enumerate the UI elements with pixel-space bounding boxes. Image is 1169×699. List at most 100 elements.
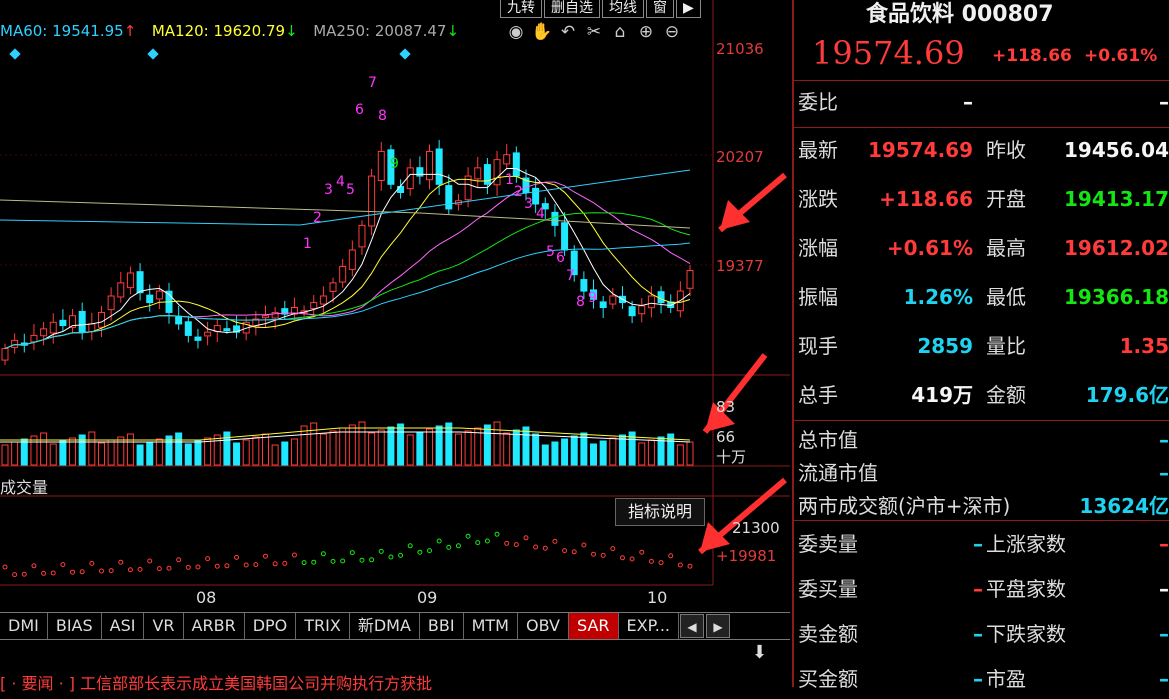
quote-row: 最新 19574.69 昨收 19456.04 — [794, 130, 1169, 170]
tab-asi[interactable]: ASI — [102, 613, 145, 639]
candle-body — [358, 224, 366, 248]
tab-obv[interactable]: OBV — [518, 613, 569, 639]
volume-bar — [155, 438, 163, 466]
order-value: – — [1159, 622, 1169, 646]
volume-bar — [107, 439, 115, 466]
quote-value: 1.26% — [903, 285, 973, 309]
ma-line — [4, 175, 691, 350]
eye-icon[interactable]: ◉ — [505, 22, 527, 42]
indicator-description-button[interactable]: 指标说明 — [615, 498, 706, 526]
toolbar-more-button[interactable]: ▶ — [676, 0, 701, 18]
tab-dpo[interactable]: DPO — [245, 613, 297, 639]
zoom-out-icon[interactable]: ⊖ — [661, 22, 683, 42]
volume-axis-mid: 66 — [716, 428, 736, 446]
candle-body — [223, 328, 231, 332]
sar-dot — [50, 570, 56, 576]
volume-bar — [532, 433, 540, 466]
candle-body — [319, 295, 327, 305]
volume-bar — [416, 431, 424, 466]
volume-bar — [194, 440, 202, 466]
volume-bar — [590, 443, 598, 466]
candle-body — [30, 334, 38, 343]
sar-dot — [98, 568, 104, 574]
volume-bar — [175, 432, 183, 466]
quote-label: 量比 — [986, 334, 1026, 358]
sar-dot — [523, 535, 529, 541]
download-icon[interactable]: ⬇ — [752, 642, 767, 663]
order-row: 卖金额 – 下跌家数 – — [794, 614, 1169, 654]
order-value: – — [973, 577, 983, 601]
toolbar-remove-favorite-button[interactable]: 删自选 — [544, 0, 600, 18]
candle-body — [117, 282, 125, 298]
jiuzhuan-number: 9 — [390, 156, 399, 172]
sar-dot — [195, 564, 201, 570]
sar-axis-top: 21300 — [732, 519, 780, 537]
sar-dot — [253, 562, 259, 568]
tab-new-dma[interactable]: 新DMA — [350, 613, 420, 639]
sar-dot — [359, 557, 365, 563]
scissors-icon[interactable]: ✂ — [583, 22, 605, 42]
zoom-in-icon[interactable]: ⊕ — [635, 22, 657, 42]
sar-dot — [262, 553, 268, 559]
tab-scroll-left-icon[interactable]: ◀ — [680, 614, 704, 638]
candle-body — [126, 272, 134, 289]
tab-dmi[interactable]: DMI — [0, 613, 48, 639]
toolbar-jiuzhuan-button[interactable]: 九转 — [500, 0, 542, 18]
undo-icon[interactable]: ↶ — [557, 22, 579, 42]
candle-body — [406, 167, 414, 190]
candle-body — [348, 249, 356, 270]
volume-bar — [339, 427, 347, 466]
tab-arbr[interactable]: ARBR — [184, 613, 245, 639]
tab-sar[interactable]: SAR — [569, 613, 619, 639]
sar-dot — [214, 563, 220, 569]
toolbar-ma-button[interactable]: 均线 — [602, 0, 644, 18]
market-value: – — [1159, 461, 1169, 485]
candle-body — [503, 154, 511, 165]
candle-body — [78, 310, 86, 333]
sar-dot — [407, 543, 413, 549]
toolbar-window-button[interactable]: 窗 — [646, 0, 674, 18]
sar-dot — [639, 549, 645, 555]
order-label: 买金额 — [798, 667, 858, 691]
sar-dot — [311, 559, 317, 565]
volume-bar — [445, 422, 453, 466]
tab-bbi[interactable]: BBI — [420, 613, 464, 639]
chart-area[interactable]: 123456789123456789 九转 删自选 均线 窗 ▶ MA60: 1… — [0, 0, 790, 693]
volume-bar — [551, 441, 559, 466]
kline-chart[interactable]: 123 4 5678912345 678 9 — [0, 0, 790, 687]
tab-bias[interactable]: BIAS — [48, 613, 102, 639]
news-ticker[interactable]: [ · 要闻 · ] 工信部部长表示成立美国韩国公司并购执行方获批 — [0, 670, 790, 694]
sar-dot — [224, 563, 230, 569]
sar-dot — [166, 565, 172, 571]
volume-bar — [319, 433, 327, 466]
sar-dot — [272, 561, 278, 567]
volume-bar — [1, 444, 9, 466]
sar-dot — [12, 572, 18, 578]
sar-dot — [79, 569, 85, 575]
divider — [794, 420, 1169, 421]
volume-bar — [686, 441, 694, 466]
quote-value: 2859 — [917, 334, 973, 358]
order-row: 买金额 – 市盈 – — [794, 659, 1169, 699]
order-label: 下跌家数 — [986, 622, 1066, 646]
sar-dot — [388, 554, 394, 560]
lock-icon[interactable]: ⌂ — [609, 22, 631, 42]
sar-dot — [2, 564, 8, 570]
diamond-marker-icon — [147, 48, 159, 60]
sar-dot — [330, 558, 336, 564]
tab-scroll-right-icon[interactable]: ▶ — [706, 614, 730, 638]
quote-label: 总手 — [798, 383, 838, 407]
order-value: – — [1159, 667, 1169, 691]
quote-row: 振幅 1.26% 最低 19366.18 — [794, 277, 1169, 317]
stock-change-pct: +0.61% — [1084, 46, 1158, 66]
tab-trix[interactable]: TRIX — [296, 613, 350, 639]
hand-icon[interactable]: ✋ — [531, 22, 553, 42]
diamond-marker-icon — [399, 48, 411, 60]
volume-bar — [676, 444, 684, 466]
tab-mtm[interactable]: MTM — [464, 613, 518, 639]
volume-bar — [117, 436, 125, 466]
candle-body — [49, 321, 57, 334]
tab-vr[interactable]: VR — [144, 613, 184, 639]
market-row: 两市成交额(沪市+深市) 13624亿 — [794, 490, 1169, 522]
tab-exp[interactable]: EXP... — [619, 613, 679, 639]
